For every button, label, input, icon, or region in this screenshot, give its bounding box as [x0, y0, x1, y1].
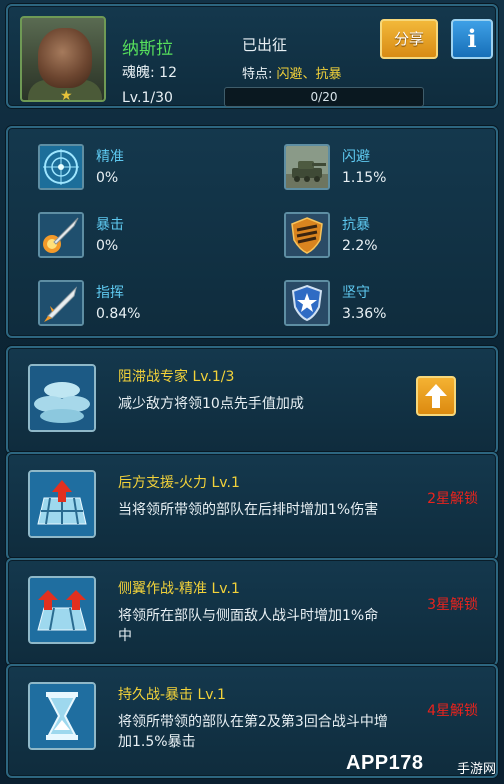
up-arrow-icon: [425, 384, 447, 408]
share-button[interactable]: 分享: [380, 19, 438, 59]
missile-icon: [38, 212, 84, 258]
stat-value: 0.84%: [96, 306, 141, 322]
hero-header-panel: ★ 纳斯拉 魂魄: 12 Lv.1/30 已出征 特点: 闪避、抗暴 0/20 …: [6, 4, 498, 108]
traits-value: 闪避、抗暴: [276, 67, 342, 82]
stat-precision: 精准 0%: [38, 144, 258, 196]
stat-label: 闪避: [342, 149, 370, 165]
stat-value: 0%: [96, 170, 119, 186]
skill-desc: 减少敌方将领10点先手值加成: [118, 396, 304, 412]
hero-soul-count: 魂魄: 12: [122, 65, 177, 81]
stat-label: 精准: [96, 149, 124, 165]
stat-label: 暴击: [96, 217, 124, 233]
watermark-text: APP178: [346, 752, 424, 774]
radar-icon: [38, 144, 84, 190]
unlock-requirement: 4星解锁: [427, 703, 478, 719]
rocket-icon: [38, 280, 84, 326]
skill-desc: 将领所带领的部队在第2及第3回合战斗中增加1.5%暴击: [118, 714, 388, 750]
skill-name: 侧翼作战-精准 Lv.1: [118, 581, 240, 597]
sandbag-icon: [28, 364, 96, 432]
shield-crest-icon: [284, 212, 330, 258]
skill-card[interactable]: 后方支援-火力 Lv.1 当将领所带领的部队在后排时增加1%伤害 2星解锁: [6, 452, 498, 560]
stats-panel: 精准 0% 闪避 1.15% 暴击 0% 抗暴 2.2% 指挥 0.84% 坚守…: [6, 126, 498, 338]
stat-label: 坚守: [342, 285, 370, 301]
portrait-face: [38, 28, 92, 88]
stat-dodge: 闪避 1.15%: [284, 144, 504, 196]
skill-name: 后方支援-火力 Lv.1: [118, 475, 240, 491]
traits-label: 特点:: [242, 67, 277, 82]
stat-anti-critical: 抗暴 2.2%: [284, 212, 504, 264]
rear-support-icon: [28, 470, 96, 538]
skill-name: 持久战-暴击 Lv.1: [118, 687, 226, 703]
soul-progress-bar: 0/20: [224, 87, 424, 107]
stat-value: 3.36%: [342, 306, 387, 322]
stat-label: 指挥: [96, 285, 124, 301]
hourglass-icon: [28, 682, 96, 750]
flank-icon: [28, 576, 96, 644]
unlock-requirement: 3星解锁: [427, 597, 478, 613]
stat-defense: 坚守 3.36%: [284, 280, 504, 332]
info-button[interactable]: i: [451, 19, 493, 59]
skill-card[interactable]: 阻滞战专家 Lv.1/3 减少敌方将领10点先手值加成: [6, 346, 498, 454]
watermark-sub: 手游网: [456, 762, 496, 777]
hero-traits: 特点: 闪避、抗暴: [242, 63, 342, 82]
stat-critical: 暴击 0%: [38, 212, 258, 264]
deploy-status: 已出征: [242, 36, 288, 54]
upgrade-button[interactable]: [416, 376, 456, 416]
star-shield-icon: [284, 280, 330, 326]
skill-card[interactable]: 侧翼作战-精准 Lv.1 将领所在部队与侧面敌人战斗时增加1%命中 3星解锁: [6, 558, 498, 666]
stat-label: 抗暴: [342, 217, 370, 233]
site-watermark: APP178 手游网: [346, 750, 496, 778]
hero-portrait[interactable]: ★: [20, 16, 106, 102]
skill-desc: 当将领所带领的部队在后排时增加1%伤害: [118, 502, 379, 518]
skill-name: 阻滞战专家 Lv.1/3: [118, 369, 235, 385]
stat-value: 2.2%: [342, 238, 378, 254]
stat-command: 指挥 0.84%: [38, 280, 258, 332]
skill-desc: 将领所在部队与侧面敌人战斗时增加1%命中: [118, 608, 379, 644]
stat-value: 1.15%: [342, 170, 387, 186]
unlock-requirement: 2星解锁: [427, 491, 478, 507]
stat-value: 0%: [96, 238, 119, 254]
progress-text: 0/20: [310, 90, 338, 104]
tank-icon: [284, 144, 330, 190]
hero-name: 纳斯拉: [122, 39, 173, 59]
hero-level: Lv.1/30: [122, 90, 173, 106]
rank-star-icon: ★: [60, 88, 73, 102]
